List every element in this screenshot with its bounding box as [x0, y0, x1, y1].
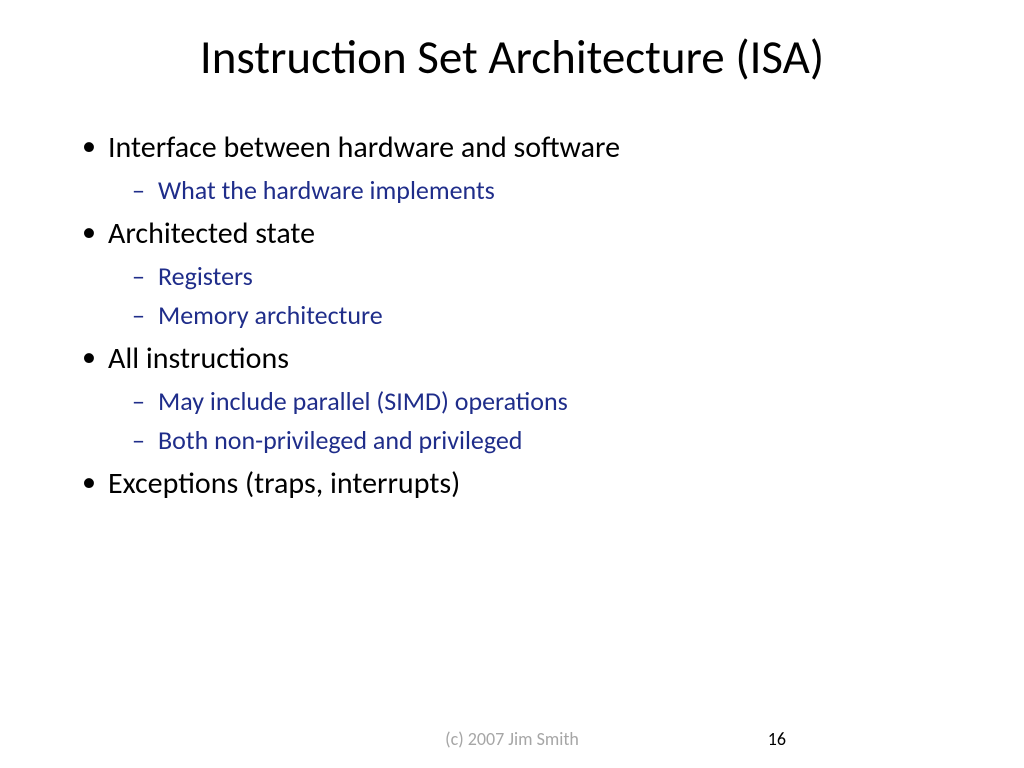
- bullet-text: Exceptions (traps, interrupts): [108, 465, 460, 502]
- list-item: Registers: [132, 259, 974, 294]
- bullet-list-level1: Interface between hardware and software …: [78, 128, 974, 503]
- sub-bullet-text: Registers: [158, 260, 253, 292]
- copyright-text: (c) 2007 Jim Smith: [445, 728, 579, 750]
- list-item: Memory architecture: [132, 298, 974, 333]
- page-number: 16: [768, 728, 786, 750]
- sub-bullet-text: May include parallel (SIMD) operations: [158, 385, 568, 417]
- bullet-list-level2: Registers Memory architecture: [132, 259, 974, 333]
- sub-bullet-text: What the hardware implements: [158, 174, 495, 206]
- sub-bullet-text: Memory architecture: [158, 299, 383, 331]
- bullet-list-level2: What the hardware implements: [132, 173, 974, 208]
- list-item: Exceptions (traps, interrupts): [78, 464, 974, 503]
- list-item: Architected state Registers Memory archi…: [78, 214, 974, 333]
- bullet-text: Architected state: [108, 215, 315, 252]
- slide: Instruction Set Architecture (ISA) Inter…: [0, 0, 1024, 768]
- bullet-text: Interface between hardware and software: [108, 129, 620, 166]
- list-item: Interface between hardware and software …: [78, 128, 974, 208]
- list-item: May include parallel (SIMD) operations: [132, 384, 974, 419]
- slide-title: Instruction Set Architecture (ISA): [50, 28, 974, 86]
- bullet-list-level2: May include parallel (SIMD) operations B…: [132, 384, 974, 458]
- list-item: All instructions May include parallel (S…: [78, 339, 974, 458]
- slide-footer: (c) 2007 Jim Smith 16: [0, 728, 1024, 750]
- slide-content: Interface between hardware and software …: [50, 128, 974, 503]
- list-item: What the hardware implements: [132, 173, 974, 208]
- sub-bullet-text: Both non-privileged and privileged: [158, 424, 522, 456]
- bullet-text: All instructions: [108, 340, 289, 377]
- list-item: Both non-privileged and privileged: [132, 423, 974, 458]
